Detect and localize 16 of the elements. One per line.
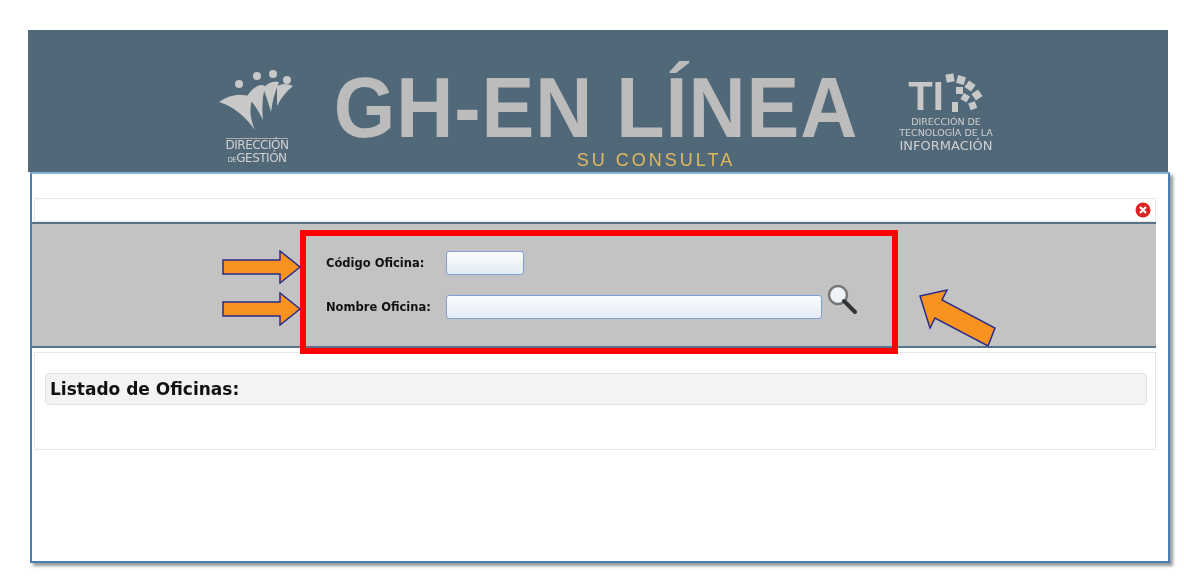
logo-text: INFORMACIÓN — [899, 138, 993, 153]
logo-mark: TI — [908, 76, 944, 116]
arrow-icon — [917, 288, 997, 350]
panel-title: Listado de Oficinas: — [50, 379, 240, 399]
input-field[interactable] — [446, 251, 524, 275]
close-icon[interactable] — [1135, 202, 1151, 218]
arrow-icon — [222, 292, 302, 326]
arrow-icon — [222, 250, 302, 284]
logo-text: TECNOLOGÍA DE LA — [899, 127, 993, 138]
logo-text: DIRECCIÓN — [225, 138, 289, 152]
search-icon[interactable] — [826, 283, 858, 315]
logo-text: DIRECCIÓN DE — [911, 116, 981, 127]
input-field[interactable] — [446, 295, 822, 319]
site-subtitle: SU CONSULTA — [576, 150, 736, 170]
field-label: Código Oficina: — [326, 256, 426, 270]
field-label: Nombre Oficina: — [326, 300, 432, 314]
